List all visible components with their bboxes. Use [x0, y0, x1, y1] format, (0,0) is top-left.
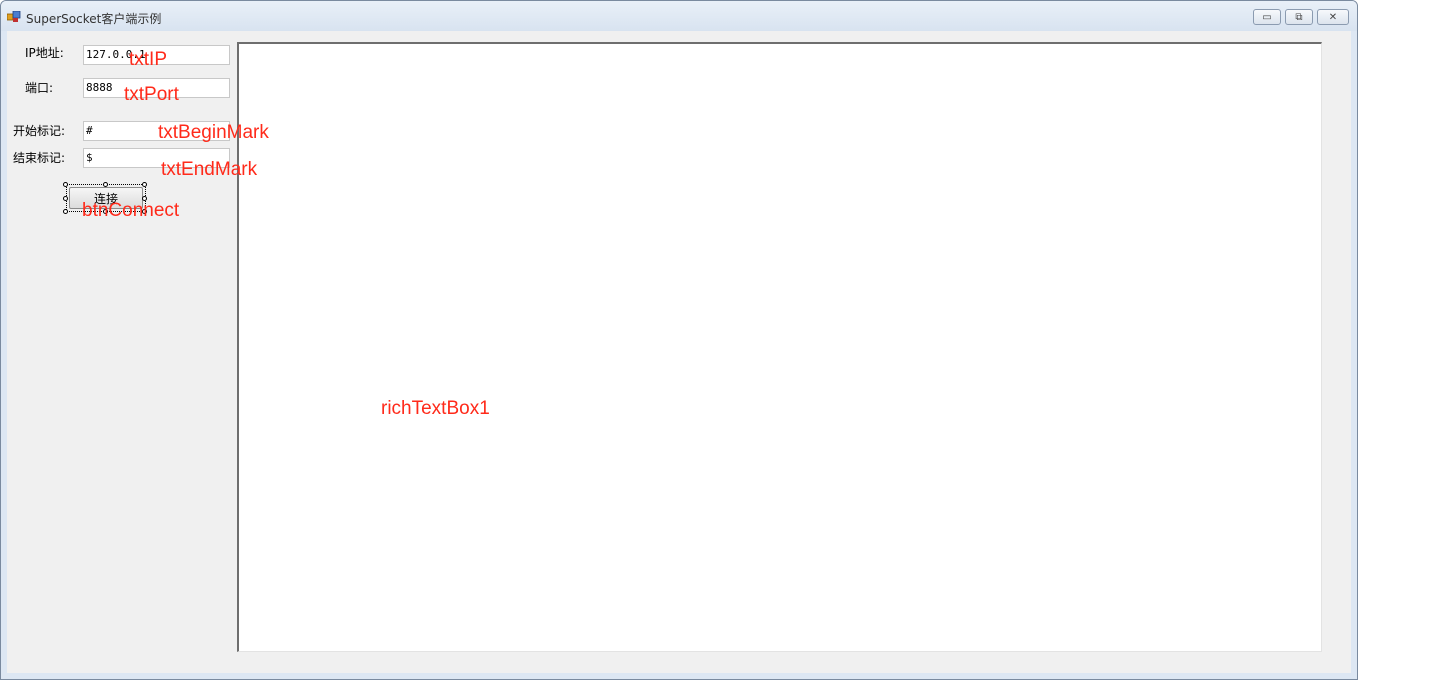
- resize-handle-top[interactable]: [103, 182, 108, 187]
- window-controls: ▭ ⧉ ✕: [1253, 9, 1349, 25]
- resize-handle-bottom-left[interactable]: [63, 209, 68, 214]
- maximize-button[interactable]: ⧉: [1285, 9, 1313, 25]
- close-icon: ✕: [1328, 11, 1338, 23]
- annotation-txt-end-mark: txtEndMark: [161, 159, 258, 180]
- minimize-button[interactable]: ▭: [1253, 9, 1281, 25]
- resize-handle-top-left[interactable]: [63, 182, 68, 187]
- end-mark-label: 结束标记:: [13, 151, 66, 165]
- annotation-btn-connect: btnConnect: [82, 200, 180, 221]
- minimize-icon: ▭: [1262, 11, 1272, 23]
- annotation-rich-text-box: richTextBox1: [381, 398, 490, 419]
- begin-mark-label: 开始标记:: [13, 124, 66, 138]
- rich-text-box[interactable]: [237, 42, 1322, 652]
- resize-handle-left[interactable]: [63, 196, 68, 201]
- title-bar[interactable]: SuperSocket客户端示例 ▭ ⧉ ✕: [1, 1, 1357, 31]
- close-button[interactable]: ✕: [1317, 9, 1349, 25]
- app-window: SuperSocket客户端示例 ▭ ⧉ ✕ IP地址: 127.0.0.1 端…: [0, 0, 1358, 680]
- annotation-txt-begin-mark: txtBeginMark: [158, 122, 269, 143]
- annotation-txt-ip: txtIP: [129, 49, 168, 70]
- annotation-txt-port: txtPort: [124, 84, 179, 105]
- port-label: 端口:: [25, 81, 54, 95]
- ip-label: IP地址:: [25, 46, 64, 60]
- maximize-icon: ⧉: [1295, 11, 1303, 23]
- resize-handle-top-right[interactable]: [142, 182, 147, 187]
- window-title: SuperSocket客户端示例: [26, 12, 162, 26]
- app-window-icon: [7, 11, 21, 22]
